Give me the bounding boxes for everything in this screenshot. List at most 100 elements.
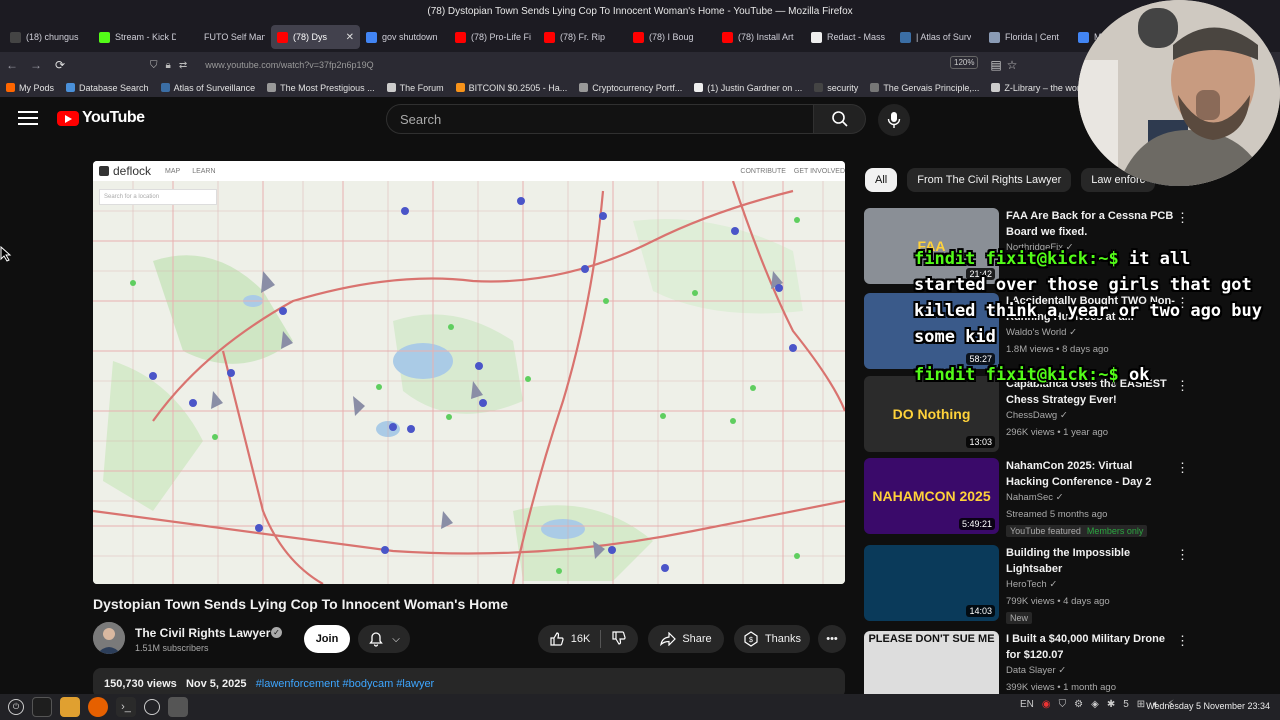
recording-icon[interactable]: ◉ [1042,699,1051,710]
bookmark-item[interactable]: security [814,83,858,93]
obs-icon[interactable] [144,699,160,715]
shield-tray-icon[interactable]: ⛉ [1059,699,1067,710]
browser-tab[interactable]: (78) I Boug [627,25,716,49]
youtube-logo[interactable]: YouTube [57,109,145,127]
hashtags[interactable]: #lawenforcement #bodycam #lawyer [256,678,435,690]
channel-avatar[interactable] [93,622,125,654]
recommendation-channel[interactable]: NahamSec ✓ [1006,492,1064,503]
bookmark-item[interactable]: (1) Justin Gardner on ... [694,83,802,93]
recommendation-title[interactable]: NahamCon 2025: Virtual Hacking Conferenc… [1006,458,1176,490]
browser-tab[interactable]: (78) Fr. Rip [538,25,627,49]
files-icon[interactable] [60,697,80,717]
bookmark-item[interactable]: Database Search [66,83,149,93]
show-desktop-icon[interactable] [32,697,52,717]
grid-app-icon[interactable] [168,697,188,717]
filter-chip[interactable]: All [865,168,898,192]
reload-icon[interactable]: ⟳ [48,58,72,72]
settings-icon[interactable]: ⚙ [1074,699,1083,710]
voice-search-button[interactable] [878,104,910,136]
bookmark-favicon-icon [991,83,1001,92]
bluetooth-icon[interactable]: ✱ [1107,699,1115,710]
app-menu-icon[interactable]: ⏻ [8,699,24,715]
browser-tab[interactable]: Florida | Cent [983,25,1072,49]
video-player[interactable]: deflock MAP LEARN CONTRIBUTE GET INVOLVE… [93,161,845,584]
more-options-icon[interactable]: ⋮ [1176,460,1189,476]
tab-label: (18) chungus [26,32,79,42]
filter-chip[interactable]: From The Civil Rights Lawyer [907,168,1072,192]
recommendation-title[interactable]: I Built a $40,000 Military Drone for $12… [1006,631,1176,663]
terminal-icon[interactable]: ›_ [116,697,136,717]
chat-username: findit fixit@kick:~$ [914,365,1119,385]
bookmark-item[interactable]: Cryptocurrency Portf... [579,83,682,93]
recommendation-channel[interactable]: HeroTech ✓ [1006,579,1057,590]
network-icon[interactable]: ⊞ [1137,699,1145,710]
zoom-indicator[interactable]: 120% [950,56,979,69]
tab-favicon-icon [811,31,822,43]
hamburger-menu-icon[interactable] [18,111,38,127]
verified-icon: ✓ [1058,665,1067,676]
firefox-icon[interactable] [88,697,108,717]
bookmark-item[interactable]: My Pods [6,83,54,93]
subscriber-count: 1.51M subscribers [135,643,209,653]
bookmark-item[interactable]: The Forum [386,83,444,93]
permissions-icon[interactable]: ⇄ [179,60,187,71]
channel-name[interactable]: The Civil Rights Lawyer [135,626,270,640]
browser-tab[interactable]: (78) Dys ✕ [271,25,360,49]
shield-icon[interactable]: ⛉ [150,60,158,71]
lock-icon[interactable]: 🔒︎ [166,60,171,71]
browser-tab[interactable]: | Atlas of Surv [894,25,983,49]
more-options-icon[interactable]: ⋮ [1176,547,1189,563]
join-button[interactable]: Join [304,625,350,653]
browser-tab[interactable]: (18) chungus [4,25,93,49]
browser-tab[interactable]: (78) Install Art [716,25,805,49]
more-actions-icon[interactable]: ••• [818,625,846,653]
tab-favicon-icon [99,31,110,43]
verified-icon: ✓ [271,627,282,638]
close-tab-icon[interactable]: ✕ [346,32,354,43]
language-indicator[interactable]: EN [1020,699,1034,710]
subscribed-button[interactable]: ⌵ [358,625,410,653]
bookmark-item[interactable]: BITCOIN $0.2505 - Ha... [455,83,567,93]
recommendation-title[interactable]: Building the Impossible Lightsaber [1006,545,1176,577]
badge: Members only [1086,526,1144,536]
recommendation-channel[interactable]: Data Slayer ✓ [1006,665,1066,676]
dislike-button[interactable] [611,630,627,649]
vpn-icon[interactable]: ◈ [1091,699,1099,710]
browser-tab[interactable]: Stream - Kick D [93,25,182,49]
browser-tab[interactable]: Redact - Mass [805,25,894,49]
browser-tab[interactable]: (78) Pro-Life Fi [449,25,538,49]
like-button[interactable]: 16K [549,631,590,647]
bookmark-star-icon[interactable]: ☆ [1000,58,1024,72]
video-title: Dystopian Town Sends Lying Cop To Innoce… [93,596,509,612]
video-thumbnail[interactable]: 14:03 [864,545,999,621]
bookmark-item[interactable]: Atlas of Surveillance [160,83,255,93]
tab-strip: (18) chungus Stream - Kick D FUTO Self Man… [0,22,1280,52]
recommendation-title[interactable]: FAA Are Back for a Cessna PCB Board we f… [1006,208,1176,240]
bookmark-label: The Gervais Principle,... [883,82,980,93]
thanks-button[interactable]: $ Thanks [734,625,810,653]
forward-icon[interactable]: → [24,58,48,72]
browser-tab[interactable]: gov shutdown [360,25,449,49]
video-thumbnail[interactable]: NAHAMCON 2025 5:49:21 [864,458,999,534]
tab-label: (78) I Boug [649,32,694,42]
more-options-icon[interactable]: ⋮ [1176,210,1189,226]
search-button[interactable] [814,104,866,134]
chat-message-2: findit fixit@kick:~$ ok [914,362,1264,388]
back-icon[interactable]: ← [0,58,24,72]
bookmark-item[interactable]: The Gervais Principle,... [870,83,979,93]
bookmark-item[interactable]: The Most Prestigious ... [267,83,375,93]
url-bar[interactable]: ⛉ 🔒︎ ⇄ www.youtube.com/watch?v=37fp2n6p1… [150,55,1020,75]
search-input[interactable]: Search [386,104,814,134]
bell-icon [369,632,384,647]
volume-level[interactable]: 5 [1123,699,1129,710]
bookmark-label: security [827,82,859,93]
url-text[interactable]: www.youtube.com/watch?v=37fp2n6p19Q [205,60,373,70]
map-canvas[interactable] [93,181,845,584]
share-button[interactable]: Share [648,625,724,653]
browser-tab[interactable]: FUTO Self Manag [182,25,271,49]
recommendation-item[interactable]: NAHAMCON 2025 5:49:21 NahamCon 2025: Virtu… [864,458,1194,537]
thanks-icon: $ [744,631,758,647]
recommendation-item[interactable]: 14:03 Building the Impossible Lightsaber H… [864,545,1194,624]
more-options-icon[interactable]: ⋮ [1176,633,1189,649]
recommendation-channel[interactable]: ChessDawg ✓ [1006,410,1068,421]
